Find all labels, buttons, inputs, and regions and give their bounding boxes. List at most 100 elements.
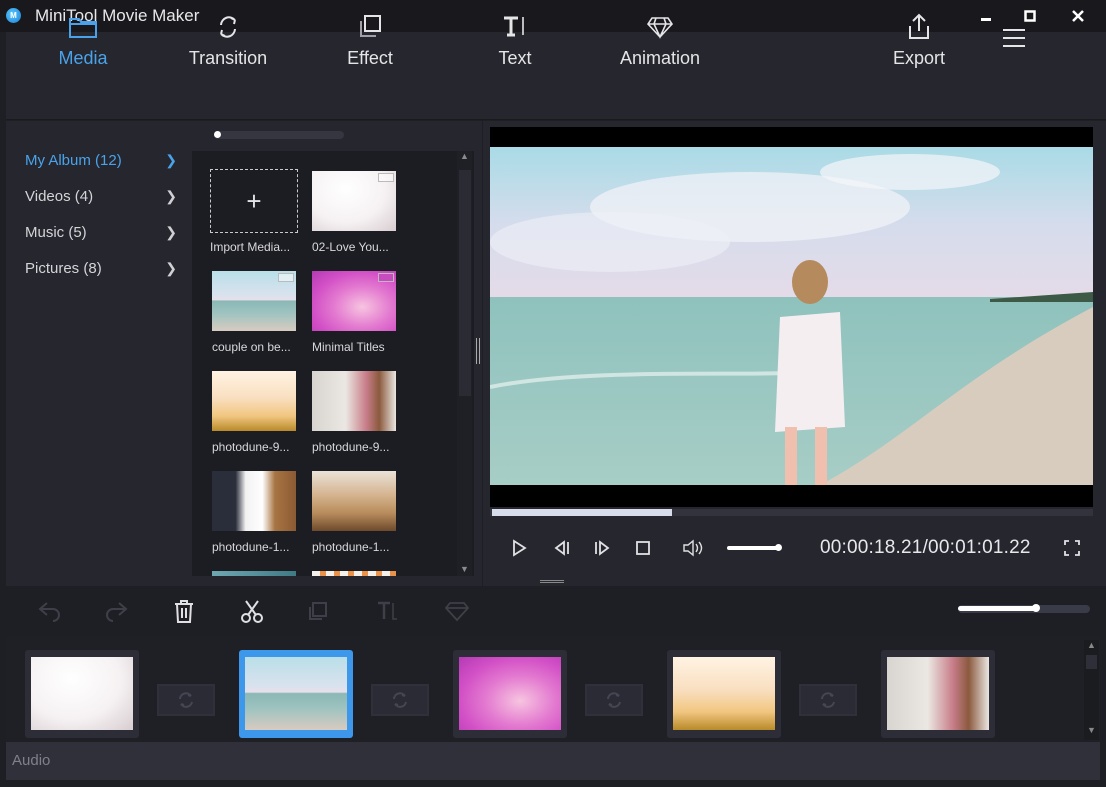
- transition-icon: [179, 692, 193, 708]
- category-videos[interactable]: Videos (4) ❯: [25, 182, 185, 210]
- timeline-clip[interactable]: [25, 650, 139, 738]
- transition-slot[interactable]: [799, 684, 857, 716]
- category-my-album[interactable]: My Album (12) ❯: [25, 146, 185, 174]
- volume-slider-handle[interactable]: [775, 544, 782, 551]
- media-caption: photodune-1...: [212, 540, 290, 554]
- timeline-clip-selected[interactable]: [239, 650, 353, 738]
- panel-splitter-handle[interactable]: [476, 338, 480, 364]
- scroll-down-icon[interactable]: ▼: [457, 564, 472, 578]
- fullscreen-button[interactable]: [1060, 536, 1084, 560]
- category-label: Music (5): [25, 223, 87, 241]
- scissors-icon: [241, 600, 263, 623]
- audio-track-label: Audio: [12, 752, 51, 769]
- category-pictures[interactable]: Pictures (8) ❯: [25, 254, 185, 282]
- stop-icon: [636, 541, 650, 555]
- undo-button[interactable]: [35, 596, 65, 626]
- media-item[interactable]: photodune-1...: [212, 471, 298, 554]
- media-item[interactable]: couple on be...: [212, 271, 298, 354]
- export-button[interactable]: Export: [864, 10, 974, 80]
- media-thumbnail: [312, 171, 396, 231]
- media-thumbnail: [312, 571, 396, 576]
- volume-button[interactable]: [682, 536, 706, 560]
- media-item[interactable]: photodune-9...: [312, 371, 398, 454]
- video-badge-icon: [278, 273, 294, 282]
- media-item[interactable]: 02-Love You...: [312, 171, 398, 254]
- seek-bar-progress: [492, 509, 672, 516]
- media-thumbnail: [212, 371, 296, 431]
- audio-track[interactable]: [6, 742, 1100, 780]
- category-label: My Album (12): [25, 151, 122, 169]
- tab-text[interactable]: Text: [460, 10, 570, 80]
- media-item[interactable]: photodune-1...: [312, 471, 398, 554]
- next-frame-button[interactable]: [590, 536, 614, 560]
- media-caption: 02-Love You...: [312, 240, 389, 254]
- tab-transition[interactable]: Transition: [173, 10, 283, 80]
- split-button[interactable]: [237, 596, 267, 626]
- text-icon: [378, 601, 397, 620]
- crop-icon: [309, 602, 327, 620]
- media-horizontal-scroll-handle[interactable]: [214, 131, 221, 138]
- timeline-zoom-handle[interactable]: [1032, 604, 1040, 612]
- fullscreen-icon: [1064, 540, 1080, 556]
- play-button[interactable]: [507, 536, 531, 560]
- transition-slot[interactable]: [371, 684, 429, 716]
- import-media-button[interactable]: + Import Media...: [210, 169, 298, 254]
- scroll-down-icon[interactable]: ▼: [1084, 725, 1099, 735]
- diamond-icon: [646, 17, 674, 39]
- beach-scene-image: [490, 147, 1093, 485]
- text-icon: [504, 16, 524, 37]
- media-horizontal-scrollbar[interactable]: [214, 131, 344, 139]
- tab-transition-label: Transition: [188, 48, 268, 68]
- media-caption: photodune-1...: [312, 540, 390, 554]
- timecode-display: 00:00:18.21/00:01:01.22: [820, 537, 1031, 558]
- clip-thumbnail: [31, 657, 133, 730]
- media-thumbnail: [312, 471, 396, 531]
- volume-slider[interactable]: [727, 546, 779, 550]
- transition-icon: [607, 692, 621, 708]
- timeline-clip[interactable]: [667, 650, 781, 738]
- timeline-clip[interactable]: [453, 650, 567, 738]
- add-animation-button[interactable]: [443, 596, 473, 626]
- tab-media[interactable]: Media: [28, 10, 138, 80]
- close-button[interactable]: [1056, 0, 1100, 32]
- category-label: Pictures (8): [25, 259, 102, 277]
- video-badge-icon: [378, 273, 394, 282]
- stop-button[interactable]: [631, 536, 655, 560]
- media-grid: + Import Media... 02-Love You... couple …: [192, 151, 474, 576]
- timeline-clip[interactable]: [881, 650, 995, 738]
- export-icon: [909, 13, 929, 39]
- edit-toolbar: [0, 587, 1106, 635]
- chevron-right-icon: ❯: [165, 223, 177, 240]
- menu-button[interactable]: [1000, 24, 1040, 64]
- close-icon: [1072, 10, 1084, 22]
- previous-frame-button[interactable]: [550, 536, 574, 560]
- category-music[interactable]: Music (5) ❯: [25, 218, 185, 246]
- transition-slot[interactable]: [585, 684, 643, 716]
- media-thumbnail: [312, 371, 396, 431]
- import-media-label: Import Media...: [210, 240, 291, 254]
- media-item[interactable]: Minimal Titles: [312, 271, 398, 354]
- video-badge-icon: [378, 173, 394, 182]
- tab-effect[interactable]: Effect: [315, 10, 425, 80]
- timeline-splitter-handle[interactable]: [540, 580, 564, 583]
- export-label: Export: [892, 48, 946, 68]
- delete-button[interactable]: [169, 596, 199, 626]
- clip-thumbnail: [673, 657, 775, 730]
- media-item[interactable]: [312, 571, 398, 576]
- redo-button[interactable]: [101, 596, 131, 626]
- tab-animation[interactable]: Animation: [605, 10, 715, 80]
- media-item[interactable]: [212, 571, 298, 576]
- transition-icon: [220, 16, 236, 38]
- timeline-zoom-fill: [958, 606, 1036, 611]
- media-item[interactable]: photodune-9...: [212, 371, 298, 454]
- scroll-up-icon[interactable]: ▲: [1084, 640, 1099, 650]
- crop-button[interactable]: [305, 596, 335, 626]
- media-scroll-thumb[interactable]: [459, 170, 471, 396]
- timeline-scroll-thumb[interactable]: [1086, 655, 1097, 669]
- transition-slot[interactable]: [157, 684, 215, 716]
- transition-icon: [821, 692, 835, 708]
- add-text-button[interactable]: [372, 596, 402, 626]
- scroll-up-icon[interactable]: ▲: [457, 151, 472, 165]
- video-frame-image: [490, 147, 1093, 485]
- folder-icon: [69, 18, 97, 38]
